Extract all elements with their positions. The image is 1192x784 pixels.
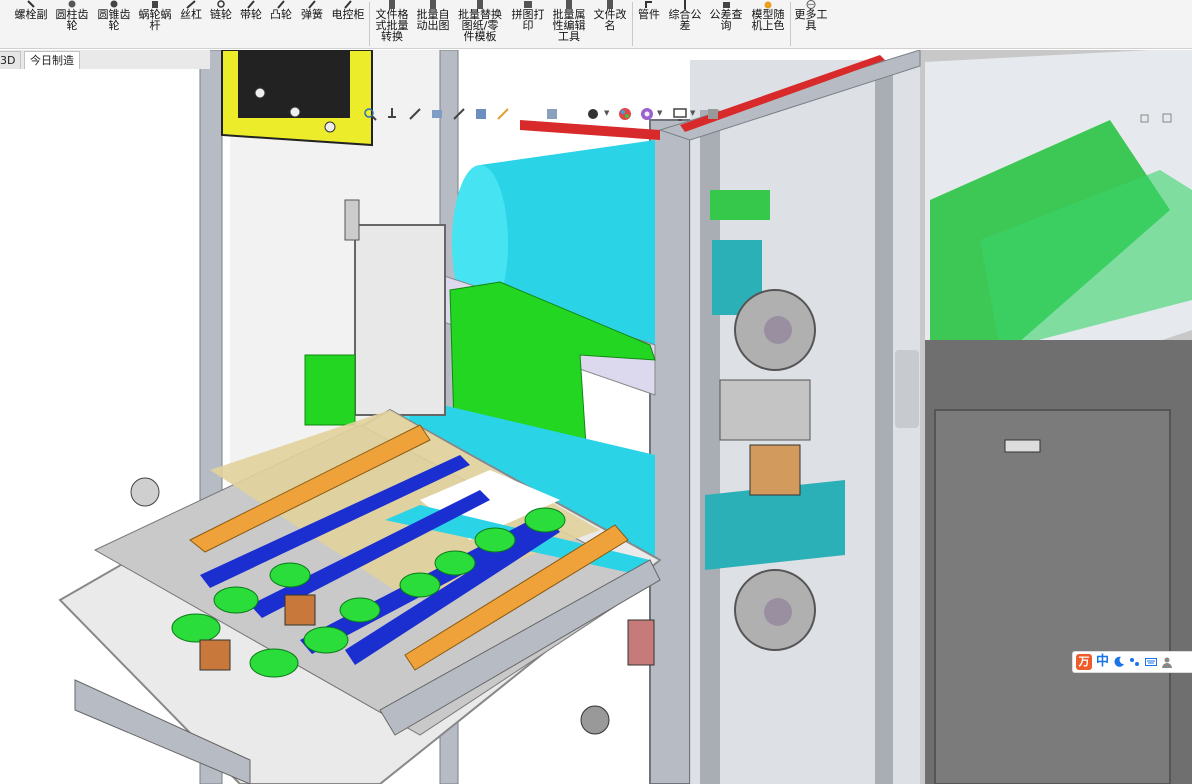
inner-wheel-hub	[764, 598, 792, 626]
inner-green-board	[710, 190, 770, 220]
display-style-icon[interactable]	[496, 106, 510, 120]
inner-brown-block	[749, 444, 801, 496]
glass-door-frame-right	[875, 60, 893, 784]
monitor-icon[interactable]	[673, 106, 687, 121]
side-bracket	[354, 224, 446, 416]
bevel-gear-button[interactable]: 圆锥齿 轮	[96, 0, 132, 48]
green-roller	[434, 550, 476, 576]
property-edit-button[interactable]: 批量属 性编辑 工具	[550, 0, 588, 48]
green-roller	[524, 507, 566, 533]
punctuation-icon[interactable]	[1129, 656, 1141, 668]
frame-post-front	[649, 119, 691, 784]
inner-wheel-hub	[764, 316, 792, 344]
keyboard-icon[interactable]	[1145, 656, 1158, 668]
pipe-button[interactable]: 管件	[635, 0, 663, 48]
knob	[130, 477, 160, 507]
green-roller	[303, 626, 349, 654]
graphics-area[interactable]: ▼ ▼ ▼	[0, 50, 1192, 784]
section-view-icon[interactable]	[430, 106, 444, 120]
green-roller	[474, 527, 516, 553]
spring-button[interactable]: 弹簧	[299, 0, 325, 48]
spur-gear-button[interactable]: 圆柱齿 轮	[54, 0, 90, 48]
moon-icon[interactable]	[1113, 656, 1125, 668]
knob	[580, 705, 610, 735]
brown-bracket	[199, 639, 231, 671]
ribbon-toolbar: 螺栓副 圆柱齿 轮 圆锥齿 轮 蜗轮蜗 杆 丝杠 链轮 带轮 凸轮 弹簧 电控柜…	[0, 0, 1192, 49]
file-rename-button[interactable]: 文件改 名	[591, 0, 629, 48]
cabinet-button[interactable]: 电控柜	[330, 0, 366, 48]
ribbon-separator	[790, 2, 791, 46]
pink-block	[627, 619, 655, 666]
tab-3d[interactable]: 3D	[0, 51, 22, 69]
tolerance-query-button[interactable]: 公差查 询	[707, 0, 745, 48]
tolerance-button[interactable]: 综合公 差	[666, 0, 704, 48]
more-tools-button[interactable]: 更多工 具	[793, 0, 829, 48]
green-roller	[339, 597, 381, 623]
close-window-icon[interactable]	[1162, 108, 1172, 123]
sprocket-button[interactable]: 链轮	[208, 0, 234, 48]
chevron-down-icon[interactable]: ▼	[604, 110, 610, 117]
hide-show-icon[interactable]	[545, 106, 559, 120]
tile-print-button[interactable]: 拼图打 印	[508, 0, 548, 48]
cylinder	[344, 199, 360, 241]
brown-bracket	[284, 594, 316, 626]
file-convert-button[interactable]: 文件格 式批量 转换	[372, 0, 412, 48]
green-roller	[171, 613, 221, 643]
right-door	[934, 409, 1171, 784]
green-motor	[304, 354, 356, 426]
panel-bolt	[254, 87, 266, 99]
cad-model-render	[58, 50, 1192, 784]
bolt-button[interactable]: 螺栓副	[14, 0, 48, 48]
ribbon-separator	[632, 2, 633, 46]
random-color-button[interactable]: 模型随 机上色	[748, 0, 788, 48]
pulley-button[interactable]: 带轮	[238, 0, 264, 48]
view-orientation-icon[interactable]	[474, 106, 488, 120]
ribbon-separator	[369, 2, 370, 46]
apply-scene-icon[interactable]	[618, 106, 632, 120]
red-rail	[520, 120, 660, 140]
dynamic-annotation-icon[interactable]	[452, 106, 466, 120]
panel-bolt	[324, 121, 336, 133]
view-settings-icon[interactable]	[640, 106, 654, 120]
green-roller	[269, 562, 311, 588]
panel-bolt	[289, 106, 301, 118]
cam-button[interactable]: 凸轮	[268, 0, 294, 48]
batch-drawing-button[interactable]: 批量自 动出图	[414, 0, 452, 48]
previous-view-icon[interactable]	[408, 106, 422, 120]
door-latch	[1004, 439, 1041, 453]
chevron-down-icon[interactable]: ▼	[690, 110, 696, 117]
green-roller	[399, 572, 441, 598]
ime-toolbar[interactable]: 万 中	[1072, 651, 1192, 673]
ime-logo[interactable]: 万	[1076, 654, 1092, 670]
template-replace-button[interactable]: 批量替换 图纸/零 件模板	[455, 0, 505, 48]
tab-today-manufacturing[interactable]: 今日制造	[24, 51, 80, 69]
green-roller	[213, 586, 259, 614]
worm-gear-button[interactable]: 蜗轮蜗 杆	[137, 0, 173, 48]
user-icon[interactable]	[1161, 656, 1173, 668]
zoom-to-fit-icon[interactable]	[363, 106, 377, 121]
green-roller	[249, 648, 299, 678]
lead-screw-button[interactable]: 丝杠	[178, 0, 204, 48]
inner-cylinder-block	[719, 379, 811, 441]
ime-language-toggle[interactable]: 中	[1096, 654, 1109, 670]
restore-window-icon[interactable]	[1140, 108, 1150, 123]
zoom-area-icon[interactable]	[385, 106, 399, 120]
render-tools-icon[interactable]	[706, 106, 720, 120]
chevron-down-icon[interactable]: ▼	[657, 110, 663, 117]
edit-appearance-icon[interactable]	[586, 106, 600, 120]
